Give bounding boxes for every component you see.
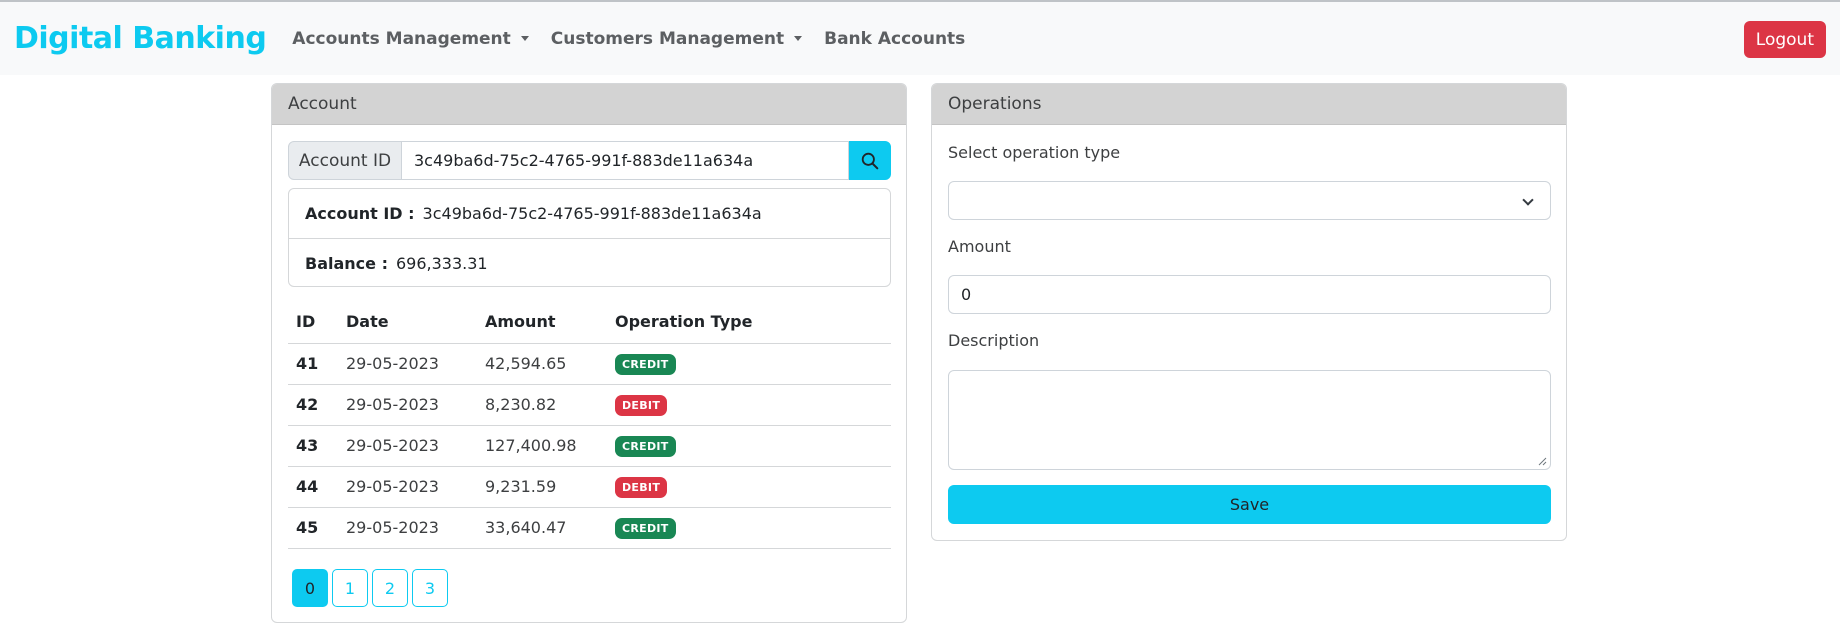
row-id: 43 [288,425,338,467]
row-amount: 127,400.98 [477,425,607,467]
row-date: 29-05-2023 [338,466,477,508]
row-amount: 33,640.47 [477,507,607,549]
table-row: 43 29-05-2023 127,400.98 CREDIT [288,425,891,467]
operation-type-select[interactable] [948,181,1551,220]
account-info-box: Account ID : 3c49ba6d-75c2-4765-991f-883… [288,188,891,287]
row-date: 29-05-2023 [338,507,477,549]
account-id-value: 3c49ba6d-75c2-4765-991f-883de11a634a [422,204,762,223]
nav-item-label: Customers Management [550,28,785,49]
brand-logo[interactable]: Digital Banking [14,21,267,56]
description-label: Description [948,331,1040,350]
operation-type-badge: CREDIT [615,517,676,539]
row-date: 29-05-2023 [338,343,477,385]
row-date: 29-05-2023 [338,425,477,467]
row-id: 45 [288,507,338,549]
operation-type-badge: CREDIT [615,435,676,457]
amount-label: Amount [948,237,1011,256]
page-button-1[interactable]: 1 [332,569,368,607]
table-row: 42 29-05-2023 8,230.82 DEBIT [288,384,891,426]
operations-card: Operations Select operation type Amount … [931,83,1567,541]
nav-bank-accounts[interactable]: Bank Accounts [824,29,965,49]
operation-type-badge: CREDIT [615,353,676,375]
row-date: 29-05-2023 [338,384,477,426]
balance-key: Balance : [305,253,388,273]
page-button-3[interactable]: 3 [412,569,448,607]
row-id: 42 [288,384,338,426]
save-button[interactable]: Save [948,485,1551,524]
amount-input[interactable] [948,275,1551,314]
chevron-down-icon [1522,194,1534,206]
account-card: Account Account ID Account ID : 3c49ba6d… [271,83,907,623]
caret-down-icon [520,36,529,41]
row-id: 41 [288,343,338,385]
row-amount: 9,231.59 [477,466,607,508]
nav-item-label: Accounts Management [292,28,511,49]
table-row: 44 29-05-2023 9,231.59 DEBIT [288,466,891,508]
balance-value: 696,333.31 [395,253,488,273]
pagination: 0 1 2 3 [292,569,448,607]
row-amount: 8,230.82 [477,384,607,426]
balance-row: Balance : 696,333.31 [289,238,890,287]
account-id-input[interactable] [402,141,849,180]
account-search-group: Account ID [288,141,891,180]
logout-button[interactable]: Logout [1743,21,1826,58]
col-amount-header: Amount [477,300,607,344]
table-row: 41 29-05-2023 42,594.65 CREDIT [288,343,891,385]
search-icon [861,152,879,169]
description-textarea[interactable] [948,370,1551,470]
operations-table: ID Date Amount Operation Type 41 29-05-2… [288,300,891,549]
search-button[interactable] [849,141,891,180]
col-type-header: Operation Type [607,300,891,344]
navbar: Digital Banking Accounts Management Cust… [0,0,1840,75]
caret-down-icon [794,36,803,41]
page-button-2[interactable]: 2 [372,569,408,607]
nav-customers-management[interactable]: Customers Management [550,28,803,49]
row-id: 44 [288,466,338,508]
operation-type-label: Select operation type [948,143,1121,162]
account-id-row: Account ID : 3c49ba6d-75c2-4765-991f-883… [289,189,890,238]
table-header-row: ID Date Amount Operation Type [288,300,891,344]
nav-item-label: Bank Accounts [824,28,966,49]
resize-handle-icon[interactable] [1537,456,1547,466]
account-id-label: Account ID [288,141,402,180]
nav-accounts-management[interactable]: Accounts Management [292,29,529,49]
operation-type-badge: DEBIT [615,476,668,498]
table-row: 45 29-05-2023 33,640.47 CREDIT [288,507,891,549]
row-amount: 42,594.65 [477,343,607,385]
col-id-header: ID [288,300,338,344]
account-id-key: Account ID : [305,204,415,223]
page-button-0[interactable]: 0 [292,569,328,607]
operation-type-badge: DEBIT [615,394,668,416]
col-date-header: Date [338,300,477,344]
account-card-header: Account [272,84,906,125]
operations-card-header: Operations [932,84,1566,125]
